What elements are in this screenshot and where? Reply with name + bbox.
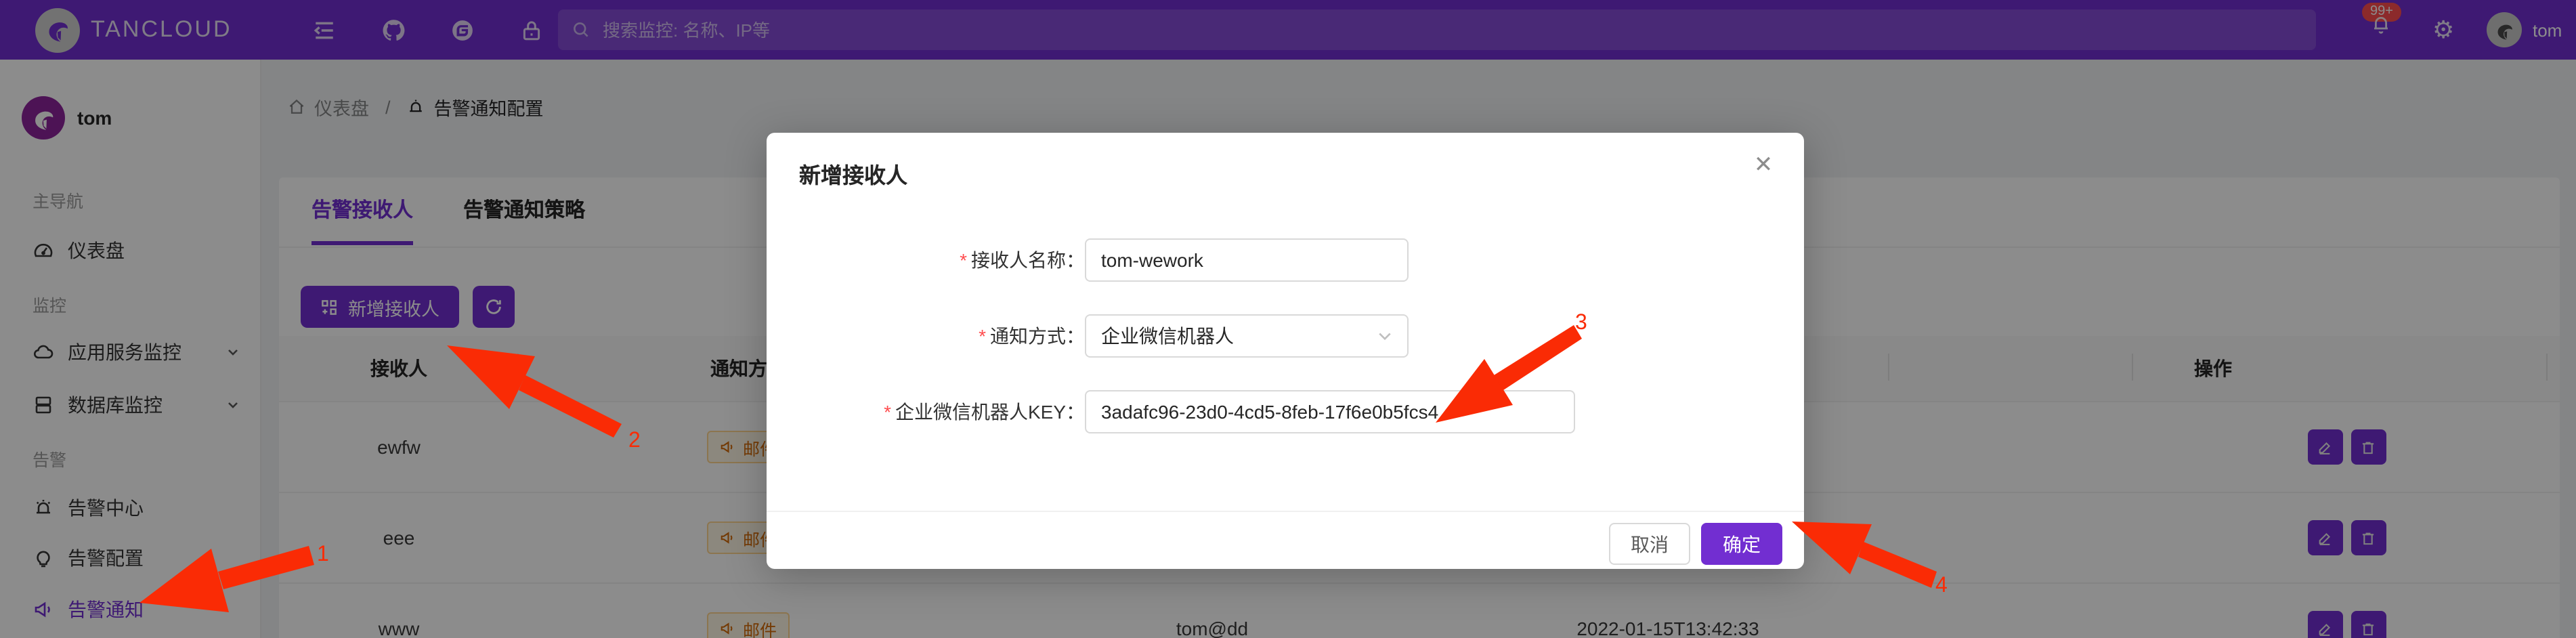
wework-key-input[interactable]: [1085, 390, 1575, 433]
chevron-down-icon: [1377, 328, 1392, 343]
app-root: TANCLOUD 99+ ⚙: [0, 0, 2576, 638]
required-mark: *: [979, 325, 986, 347]
field-label: 企业微信机器人KEY：: [895, 401, 1085, 423]
required-mark: *: [960, 249, 967, 271]
add-receiver-modal: 新增接收人 ✕ *接收人名称： *通知方式： 企业微信机器人 *企业微信机器人K…: [767, 133, 1804, 569]
field-label: 接收人名称：: [971, 249, 1085, 271]
select-value: 企业微信机器人: [1101, 322, 1234, 349]
confirm-button[interactable]: 确定: [1701, 523, 1782, 565]
modal-title: 新增接收人: [799, 157, 907, 190]
form-row-notice-method: *通知方式： 企业微信机器人: [799, 314, 1772, 358]
notice-method-select[interactable]: 企业微信机器人: [1085, 314, 1409, 358]
form-row-wework-key: *企业微信机器人KEY：: [799, 390, 1772, 433]
cancel-button[interactable]: 取消: [1609, 523, 1690, 565]
close-icon[interactable]: ✕: [1744, 146, 1782, 184]
form-row-receiver-name: *接收人名称：: [799, 238, 1772, 282]
modal-footer-divider: [767, 511, 1804, 512]
required-mark: *: [884, 401, 891, 423]
receiver-name-input[interactable]: [1085, 238, 1409, 282]
field-label: 通知方式：: [990, 325, 1085, 347]
